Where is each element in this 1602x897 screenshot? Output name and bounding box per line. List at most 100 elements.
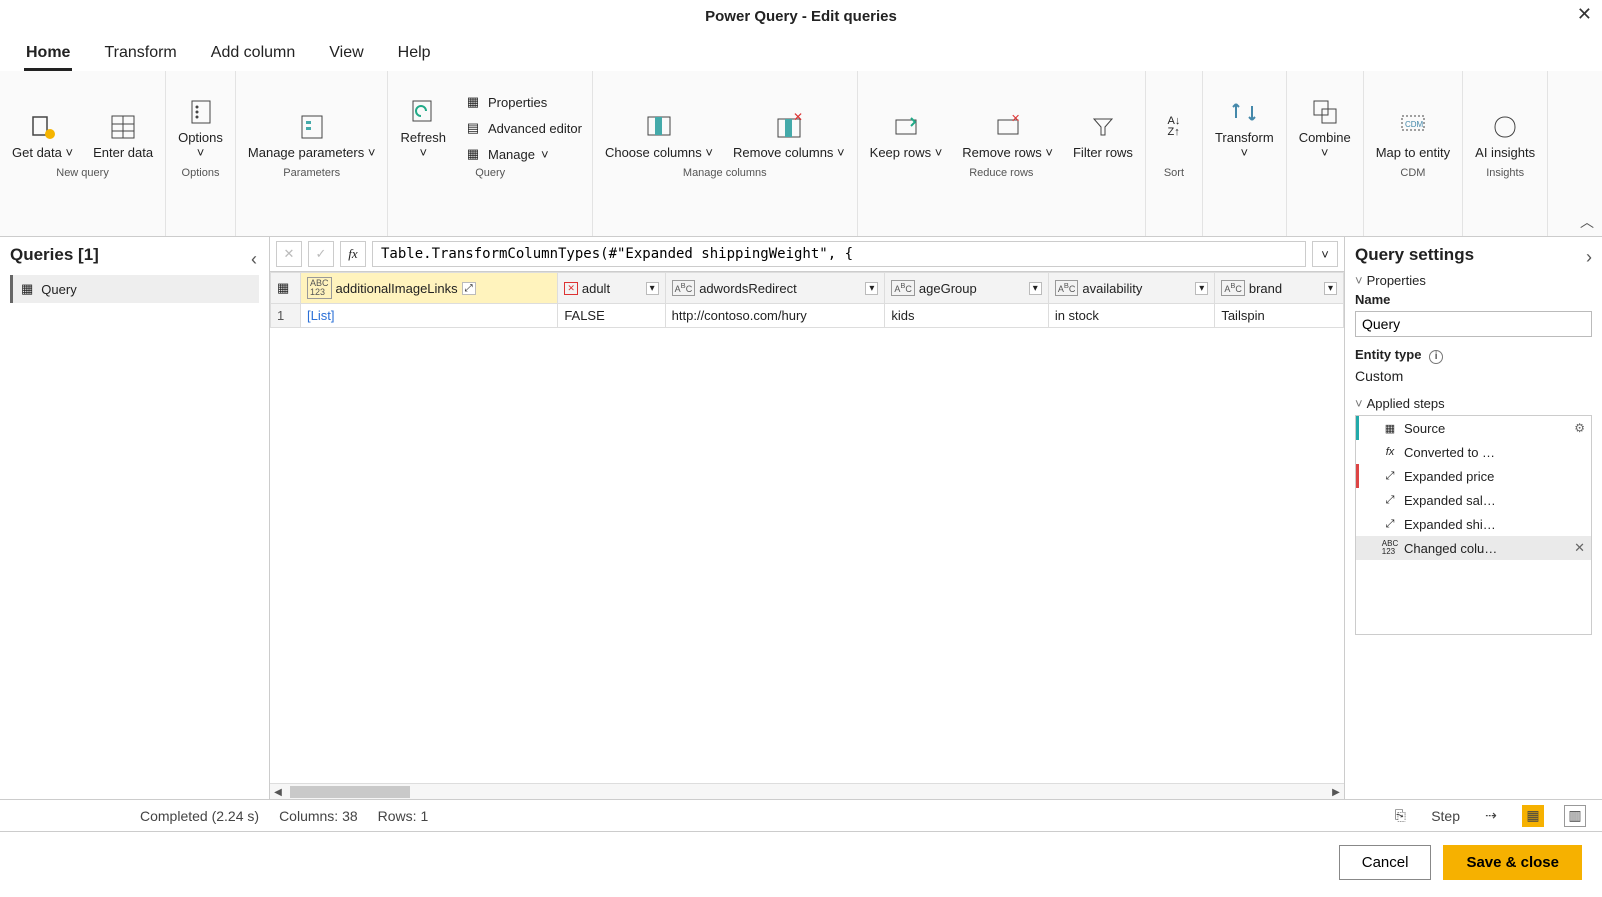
query-item[interactable]: ▦ Query [10, 275, 259, 303]
cell[interactable]: FALSE [558, 304, 665, 328]
applied-step[interactable]: ABC123Changed colu…✕ [1356, 536, 1591, 560]
column-filter-icon[interactable]: ▾ [865, 282, 878, 295]
refresh-button[interactable]: Refresh˅ [394, 92, 452, 165]
status-completed: Completed (2.24 s) [140, 808, 259, 824]
table-row[interactable]: 1[List]FALSEhttp://contoso.com/hurykidsi… [271, 304, 1344, 328]
map-to-entity-button[interactable]: CDM Map to entity [1370, 107, 1456, 165]
combine-icon [1309, 96, 1341, 128]
column-header-adwordsRedirect[interactable]: ABCadwordsRedirect▾ [665, 273, 885, 304]
scroll-right-icon[interactable]: ▶ [1328, 784, 1344, 800]
cancel-button[interactable]: Cancel [1339, 845, 1432, 880]
advanced-editor-button[interactable]: ▤Advanced editor [460, 117, 586, 139]
cell[interactable]: [List] [301, 304, 558, 328]
expand-settings-icon[interactable]: › [1586, 247, 1592, 268]
tab-view[interactable]: View [327, 38, 365, 71]
applied-step[interactable]: ⤢Expanded sal… [1356, 488, 1591, 512]
step-view-icon[interactable]: ⎘ [1389, 805, 1411, 827]
column-filter-icon[interactable]: ▾ [1324, 282, 1337, 295]
grid-view-icon[interactable]: ▦ [1522, 805, 1544, 827]
data-grid: ▦ABC123additionalImageLinks⤢✕adult▾ABCad… [270, 272, 1344, 328]
applied-step[interactable]: ▦Source⚙ [1356, 416, 1591, 440]
status-columns: Columns: 38 [279, 808, 358, 824]
cancel-formula-icon[interactable]: ✕ [276, 241, 302, 267]
column-header-ageGroup[interactable]: ABCageGroup▾ [885, 273, 1048, 304]
column-header-additionalImageLinks[interactable]: ABC123additionalImageLinks⤢ [301, 273, 558, 304]
step-label: Expanded price [1404, 469, 1494, 484]
collapse-ribbon-icon[interactable]: ︿ [1580, 212, 1594, 232]
chevron-down-icon[interactable]: ˅ [1355, 396, 1363, 411]
svg-text:✕: ✕ [1011, 114, 1020, 125]
scroll-thumb[interactable] [290, 786, 410, 798]
horizontal-scrollbar[interactable]: ◀ ▶ [270, 783, 1344, 799]
step-label: Changed colu… [1404, 541, 1497, 556]
column-name: adult [582, 281, 610, 296]
sort-icon: A↓Z↑ [1158, 111, 1190, 143]
table-corner[interactable]: ▦ [271, 273, 301, 304]
properties-icon: ▦ [464, 93, 482, 111]
manage-icon: ▦ [464, 145, 482, 163]
scroll-left-icon[interactable]: ◀ [270, 784, 286, 800]
close-icon[interactable]: ✕ [1577, 4, 1592, 25]
sort-button[interactable]: A↓Z↑ [1152, 107, 1196, 165]
step-label: Step [1431, 808, 1460, 824]
manage-query-button[interactable]: ▦Manage ˅ [460, 143, 586, 165]
column-header-adult[interactable]: ✕adult▾ [558, 273, 665, 304]
tab-help[interactable]: Help [396, 38, 433, 71]
column-filter-icon[interactable]: ▾ [646, 282, 659, 295]
properties-section: ˅Properties Name Entity type i Custom [1355, 273, 1592, 384]
chevron-down-icon[interactable]: ˅ [1355, 273, 1363, 288]
diagram-view-icon[interactable]: ⇢ [1480, 805, 1502, 827]
formula-input[interactable] [372, 241, 1306, 267]
expand-formula-icon[interactable]: ˅ [1312, 241, 1338, 267]
cell[interactable]: kids [885, 304, 1048, 328]
applied-step[interactable]: ⤢ Expanded price [1356, 464, 1591, 488]
expand-column-icon[interactable]: ⤢ [462, 282, 476, 295]
info-icon[interactable]: i [1429, 350, 1443, 364]
queries-pane: Queries [1] ‹ ▦ Query [0, 237, 270, 799]
options-icon [185, 96, 217, 128]
gear-icon[interactable]: ⚙ [1574, 421, 1585, 435]
filter-rows-button[interactable]: Filter rows [1067, 107, 1139, 165]
status-rows: Rows: 1 [378, 808, 429, 824]
svg-text:✕: ✕ [793, 113, 803, 124]
tab-home[interactable]: Home [24, 38, 72, 71]
get-data-button[interactable]: Get data ˅ [6, 107, 79, 165]
query-name-input[interactable] [1355, 311, 1592, 337]
remove-rows-button[interactable]: ✕ Remove rows ˅ [956, 107, 1059, 165]
transform-button[interactable]: Transform˅ [1209, 92, 1280, 165]
applied-step[interactable]: fxConverted to … [1356, 440, 1591, 464]
choose-columns-button[interactable]: Choose columns ˅ [599, 107, 719, 165]
enter-data-button[interactable]: Enter data [87, 107, 159, 165]
column-header-availability[interactable]: ABCavailability▾ [1048, 273, 1215, 304]
step-label: Source [1404, 421, 1445, 436]
ribbon-group-transform: Transform˅ [1203, 71, 1287, 236]
keep-rows-button[interactable]: Keep rows ˅ [864, 107, 949, 165]
manage-parameters-button[interactable]: Manage parameters ˅ [242, 107, 382, 165]
title-bar: Power Query - Edit queries ✕ [0, 0, 1602, 32]
properties-button[interactable]: ▦Properties [460, 91, 586, 113]
column-header-brand[interactable]: ABCbrand▾ [1215, 273, 1344, 304]
fx-icon[interactable]: fx [340, 241, 366, 267]
ribbon-group-combine: Combine˅ [1287, 71, 1364, 236]
combine-button[interactable]: Combine˅ [1293, 92, 1357, 165]
save-close-button[interactable]: Save & close [1443, 845, 1582, 880]
ribbon-group-insights: AI insights Insights [1463, 71, 1548, 236]
remove-columns-button[interactable]: ✕ Remove columns ˅ [727, 107, 851, 165]
options-button[interactable]: Options˅ [172, 92, 229, 165]
column-filter-icon[interactable]: ▾ [1195, 282, 1208, 295]
ai-insights-button[interactable]: AI insights [1469, 107, 1541, 165]
applied-step[interactable]: ⤢Expanded shi… [1356, 512, 1591, 536]
tab-add-column[interactable]: Add column [209, 38, 298, 71]
refresh-icon [407, 96, 439, 128]
tab-transform[interactable]: Transform [102, 38, 178, 71]
step-icon: ⤢ [1382, 468, 1398, 484]
cell[interactable]: http://contoso.com/hury [665, 304, 885, 328]
column-name: additionalImageLinks [336, 281, 458, 296]
schema-view-icon[interactable]: ▥ [1564, 805, 1586, 827]
accept-formula-icon[interactable]: ✓ [308, 241, 334, 267]
column-filter-icon[interactable]: ▾ [1029, 282, 1042, 295]
cell[interactable]: Tailspin [1215, 304, 1344, 328]
collapse-queries-icon[interactable]: ‹ [251, 249, 257, 270]
cell[interactable]: in stock [1048, 304, 1215, 328]
delete-step-icon[interactable]: ✕ [1574, 540, 1585, 556]
